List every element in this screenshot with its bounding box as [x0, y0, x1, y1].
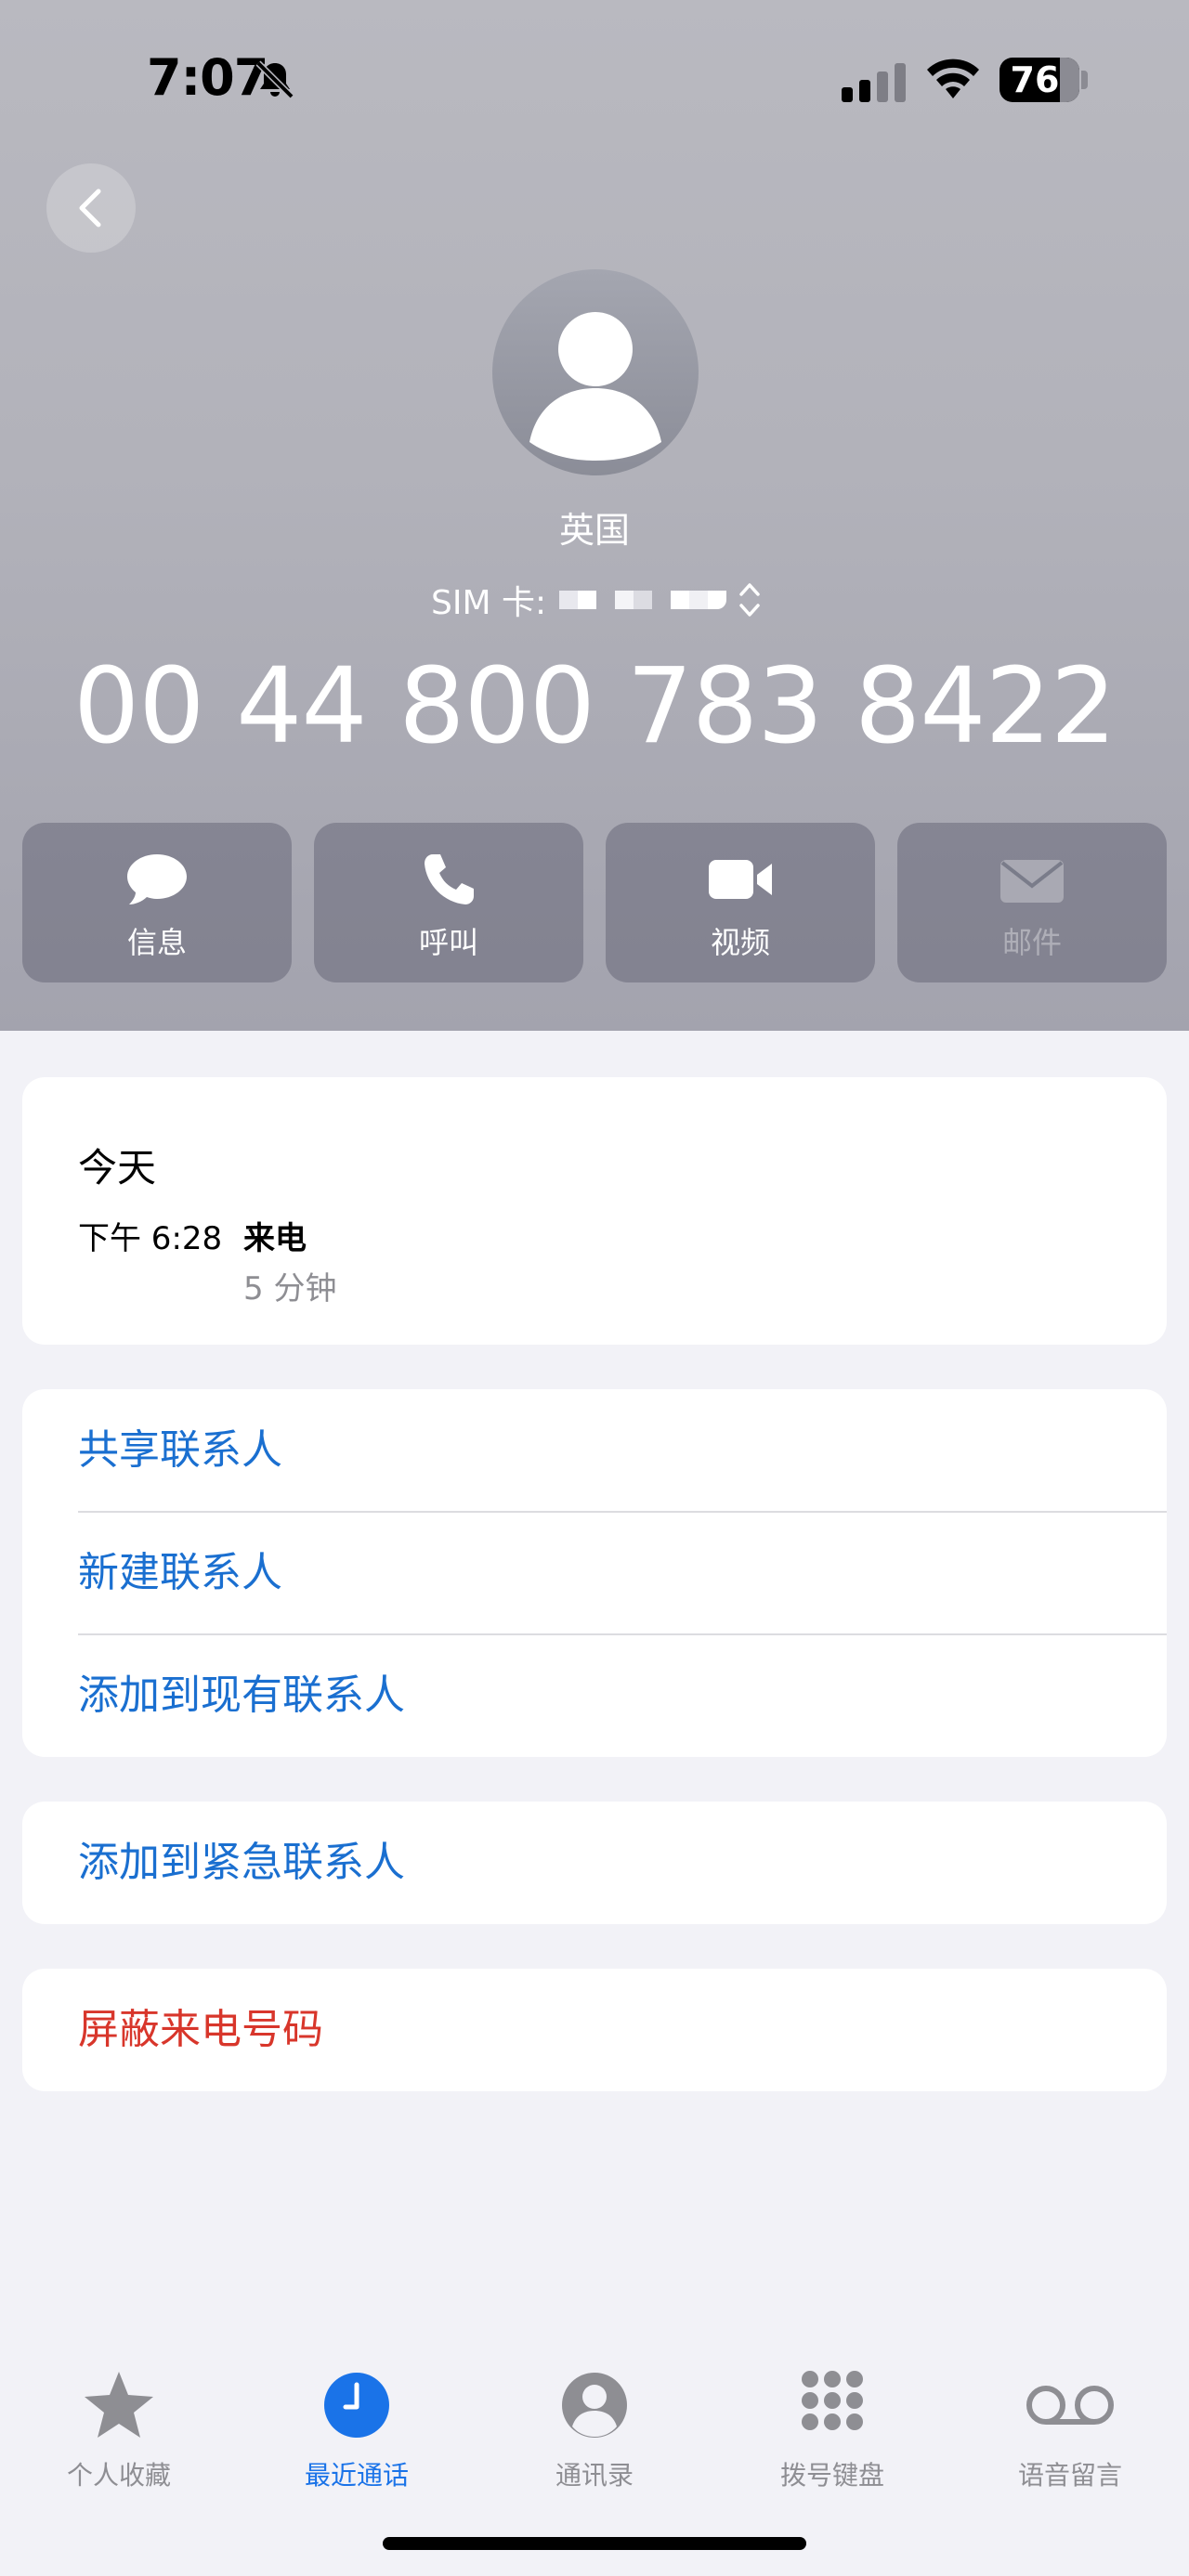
person-silhouette-icon — [529, 312, 661, 461]
video-label: 视频 — [710, 925, 770, 960]
keypad-icon — [802, 2371, 863, 2430]
call-duration: 5 分钟 — [243, 1270, 337, 1308]
back-button[interactable] — [46, 163, 136, 253]
chevron-up-down-icon — [739, 583, 760, 617]
wifi-icon — [927, 59, 979, 98]
tab-contacts[interactable]: 通讯录 — [476, 2359, 713, 2498]
share-contact-button[interactable]: 共享联系人 — [78, 1389, 1167, 1512]
new-contact-button[interactable]: 新建联系人 — [78, 1512, 1167, 1634]
contact-options-card: 共享联系人 新建联系人 添加到现有联系人 — [22, 1389, 1167, 1757]
mail-icon — [1000, 860, 1064, 903]
phone-number: 00 44 800 783 8422 — [72, 646, 1117, 767]
sim-name-redacted — [559, 591, 727, 609]
video-button[interactable]: 视频 — [606, 823, 875, 982]
person-circle-icon — [562, 2373, 627, 2438]
contact-location: 英国 — [558, 510, 630, 551]
action-buttons: 信息 呼叫 视频 邮件 — [22, 823, 1167, 982]
cellular-signal-icon — [842, 63, 906, 102]
chevron-left-icon — [79, 189, 101, 228]
home-indicator — [383, 2537, 806, 2550]
battery-percent: 76 — [1010, 59, 1060, 100]
tab-voicemail-label: 语音留言 — [1017, 2460, 1122, 2491]
tab-recents-label: 最近通话 — [304, 2460, 409, 2491]
emergency-card: 添加到紧急联系人 — [22, 1802, 1167, 1924]
voicemail-icon — [1026, 2386, 1114, 2425]
mail-label: 邮件 — [1001, 925, 1062, 960]
call-day: 今天 — [78, 1145, 157, 1190]
bell-slash-icon — [255, 60, 294, 99]
video-camera-icon — [709, 860, 772, 899]
star-icon — [85, 2372, 153, 2438]
message-button[interactable]: 信息 — [22, 823, 292, 982]
phone-icon — [425, 854, 474, 904]
call-button[interactable]: 呼叫 — [314, 823, 583, 982]
sim-selector[interactable]: SIM 卡: — [431, 574, 762, 626]
tab-contacts-label: 通讯录 — [555, 2460, 634, 2491]
call-time: 下午 6:28 — [78, 1220, 223, 1257]
tab-voicemail[interactable]: 语音留言 — [951, 2359, 1189, 2498]
contact-avatar — [492, 269, 699, 475]
contact-header: 7:07 76 英国 SIM 卡: 00 44 800 783 8422 信息 … — [0, 0, 1189, 1031]
add-to-existing-contact-button[interactable]: 添加到现有联系人 — [78, 1634, 1167, 1757]
battery-nub — [1081, 71, 1088, 89]
tab-recents[interactable]: 最近通话 — [238, 2359, 476, 2498]
tab-favorites[interactable]: 个人收藏 — [0, 2359, 238, 2498]
block-card: 屏蔽来电号码 — [22, 1969, 1167, 2091]
sim-label: SIM 卡: — [431, 584, 547, 622]
block-caller-button[interactable]: 屏蔽来电号码 — [78, 1969, 1167, 2091]
tab-keypad-label: 拨号键盘 — [779, 2460, 884, 2491]
status-time: 7:07 — [147, 48, 268, 107]
tab-favorites-label: 个人收藏 — [66, 2460, 171, 2491]
battery-icon: 76 — [1000, 58, 1079, 102]
add-emergency-contact-button[interactable]: 添加到紧急联系人 — [78, 1802, 1167, 1924]
clock-icon — [324, 2373, 389, 2438]
message-label: 信息 — [126, 925, 187, 960]
message-bubble-icon — [127, 854, 187, 904]
tab-keypad[interactable]: 拨号键盘 — [713, 2359, 951, 2498]
call-type: 来电 — [243, 1220, 307, 1257]
mail-button[interactable]: 邮件 — [897, 823, 1167, 982]
call-label: 呼叫 — [418, 925, 478, 960]
recent-call-card: 今天 下午 6:28 来电 5 分钟 — [22, 1077, 1167, 1345]
